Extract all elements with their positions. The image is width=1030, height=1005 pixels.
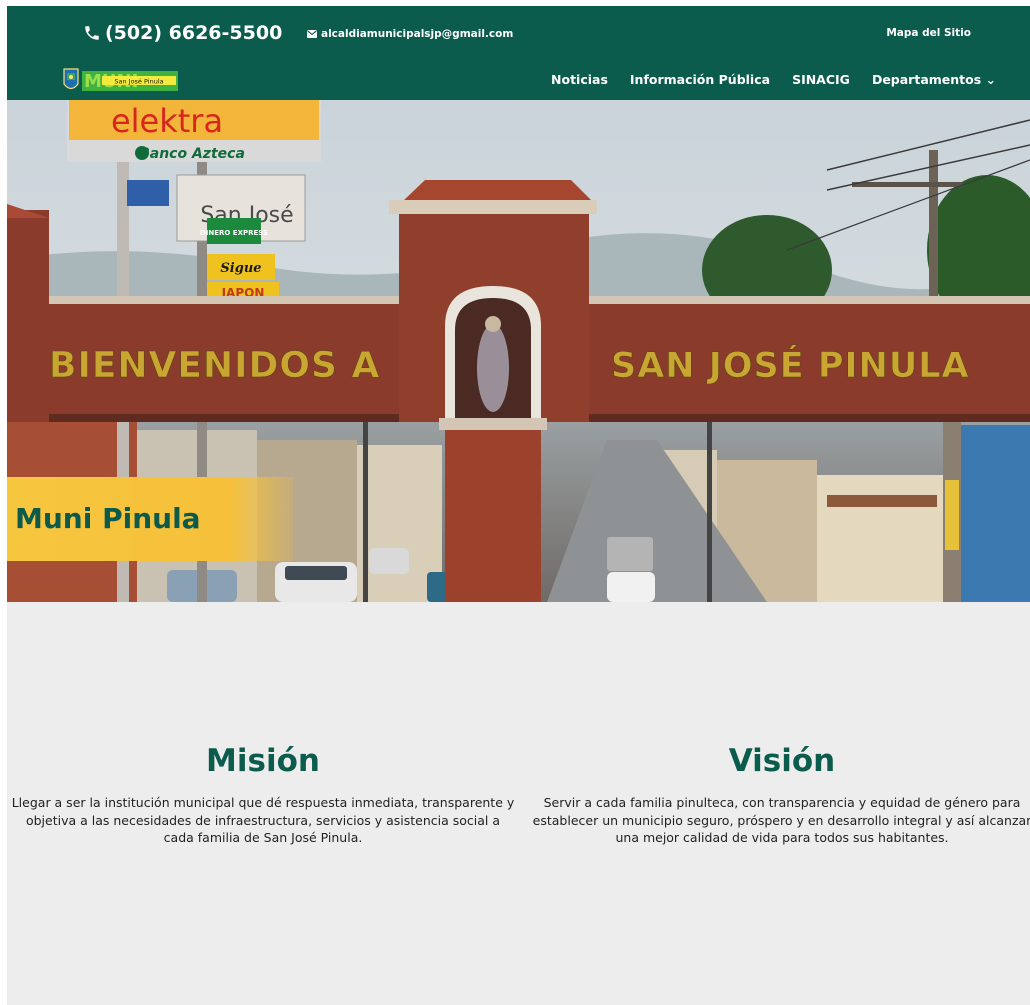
mision-title: Misión [206, 743, 320, 779]
nav-item-departamentos[interactable]: Departamentos ⌄ [872, 72, 996, 87]
coat-of-arms-icon [63, 68, 79, 90]
nav-item-sinacig[interactable]: SINACIG [792, 72, 850, 87]
mision-section: Misión Llegar a ser la institución munic… [10, 743, 516, 847]
main-nav: Noticias Información Pública SINACIG Dep… [551, 72, 996, 87]
chevron-down-icon: ⌄ [985, 72, 996, 87]
arch-text-left: BIENVENIDOS A [49, 345, 380, 386]
mision-text: Llegar a ser la institución municipal qu… [11, 795, 515, 845]
arch-text-right: SAN JOSÉ PINULA [611, 344, 970, 386]
elektra-sign: elektra [111, 102, 223, 140]
nav-item-departamentos-label: Departamentos [871, 72, 982, 87]
hero-title: Muni Pinula [15, 502, 201, 535]
email-address: alcaldiamunicipalsjp@gmail.com [321, 28, 514, 40]
statue-figure [477, 324, 509, 412]
vision-title: Visión [728, 743, 836, 779]
vision-text: Servir a cada familia pinulteca, con tra… [532, 795, 1030, 845]
envelope-icon [307, 30, 317, 38]
site-logo[interactable]: MUNI San José Pinula [62, 66, 182, 96]
nav-item-noticias[interactable]: Noticias [551, 72, 608, 87]
nav-item-informacion-publica[interactable]: Información Pública [630, 72, 770, 87]
hero-banner: elektra Banco Azteca San José DINERO EXP… [7, 100, 1030, 602]
phone-number: (502) 6626-5500 [105, 22, 283, 44]
site-header: (502) 6626-5500 alcaldiamunicipalsjp@gma… [7, 6, 1030, 100]
vision-section: Visión Servir a cada familia pinulteca, … [529, 743, 1030, 847]
logo-subtext: San José Pinula [114, 78, 163, 86]
phone-icon [85, 26, 99, 40]
page-frame: (502) 6626-5500 alcaldiamunicipalsjp@gma… [7, 6, 1030, 1005]
phone-link[interactable]: (502) 6626-5500 [83, 20, 282, 46]
email-link[interactable]: alcaldiamunicipalsjp@gmail.com [307, 26, 513, 42]
shop-sign-1: DINERO EXPRESS [200, 229, 268, 237]
bank-logo-icon [135, 146, 149, 160]
bank-sign: Banco Azteca [139, 146, 245, 162]
shop-sign-2: Sigue [220, 261, 261, 276]
sitemap-link[interactable]: Mapa del Sitio [886, 27, 971, 39]
